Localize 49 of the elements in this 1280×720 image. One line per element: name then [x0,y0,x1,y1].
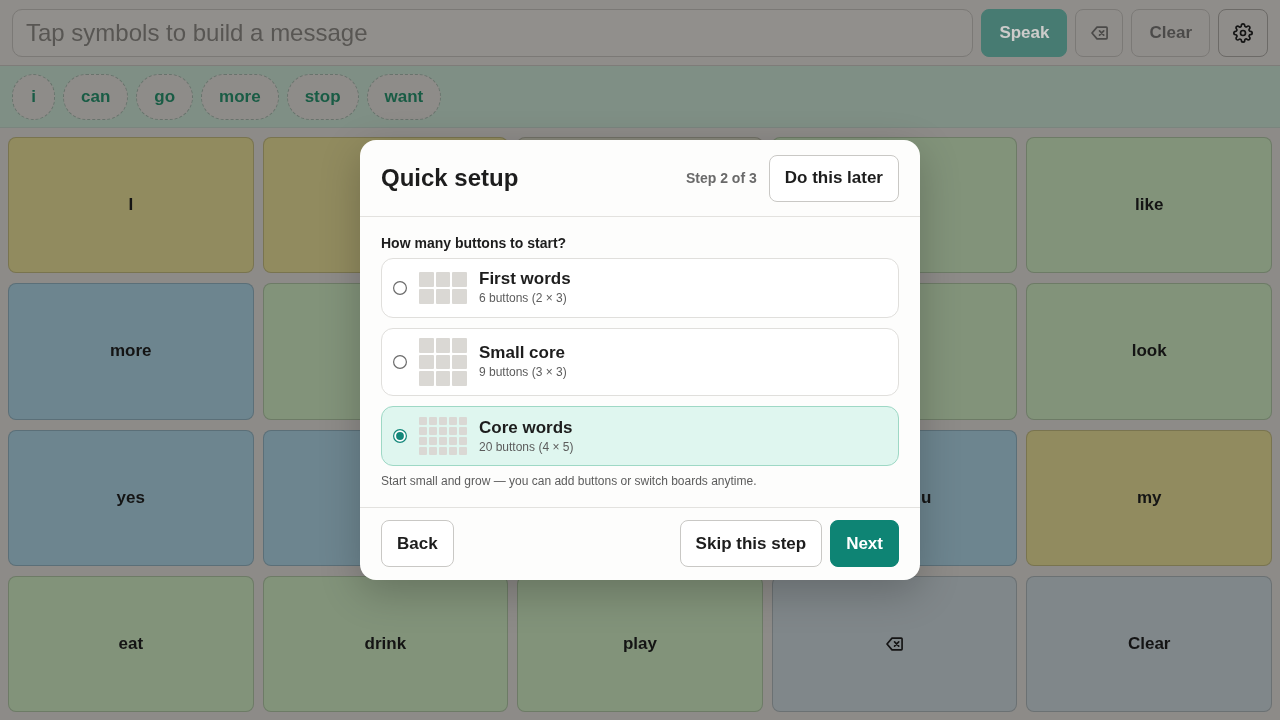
do-later-button[interactable]: Do this later [768,155,899,202]
symbol-button[interactable]: drink [262,575,509,712]
symbol-label: u [921,487,932,508]
dialog-title: Quick setup [381,164,519,193]
radio-button[interactable] [393,429,407,443]
hint-text: Start small and grow — you can add buttons or switch boards anytime. [381,474,758,489]
symbol-button[interactable]: eat [8,575,254,712]
option-title: Core words [479,417,574,438]
symbol-label: Clear [1127,633,1171,654]
symbol-button[interactable]: look [1026,283,1272,420]
symbol-label: yes [116,487,145,508]
option-title: First words [479,269,571,290]
symbol-label: my [1136,487,1162,508]
radio-button[interactable] [393,355,407,369]
symbol-label: more [110,341,152,362]
symbol-button[interactable]: more [8,283,254,420]
backspace-icon [886,636,904,651]
symbol-button[interactable]: Clear [1026,575,1272,712]
option-detail: 9 buttons (3 × 3) [479,364,567,381]
settings-button[interactable] [1218,9,1268,57]
step-indicator: Step 2 of 3 [685,170,757,187]
symbol-label: like [1135,195,1164,216]
back-button[interactable]: Back [381,520,454,567]
symbol-button[interactable]: I [8,137,254,274]
board-size-option[interactable]: Core words 20 buttons (4 × 5) [381,406,899,466]
question-label: How many buttons to start? [381,234,568,252]
backspace-icon [1090,26,1108,40]
grid-icon [419,338,467,386]
next-button[interactable]: Next [830,520,899,567]
message-field[interactable]: Tap symbols to build a message [12,9,974,57]
symbol-label: eat [118,633,144,654]
option-title: Small core [479,343,566,364]
symbol-label: I [128,195,134,216]
radio-button[interactable] [393,281,407,295]
grid-icon [419,417,467,455]
symbol-label: play [622,633,657,654]
symbol-button[interactable]: like [1026,137,1272,274]
grid-icon [419,272,467,304]
symbol-button[interactable] [771,575,1018,712]
board-size-option[interactable]: First words 6 buttons (2 × 3) [381,258,899,318]
symbol-label: drink [364,633,407,654]
option-detail: 20 buttons (4 × 5) [479,438,574,455]
symbol-button[interactable]: yes [8,429,254,566]
board-size-option[interactable]: Small core 9 buttons (3 × 3) [381,328,899,396]
settings-icon [1233,23,1253,43]
symbol-button[interactable]: my [1026,429,1272,566]
skip-button[interactable]: Skip this step [679,520,823,567]
option-detail: 6 buttons (2 × 3) [479,290,568,307]
symbol-label: look [1131,341,1167,362]
